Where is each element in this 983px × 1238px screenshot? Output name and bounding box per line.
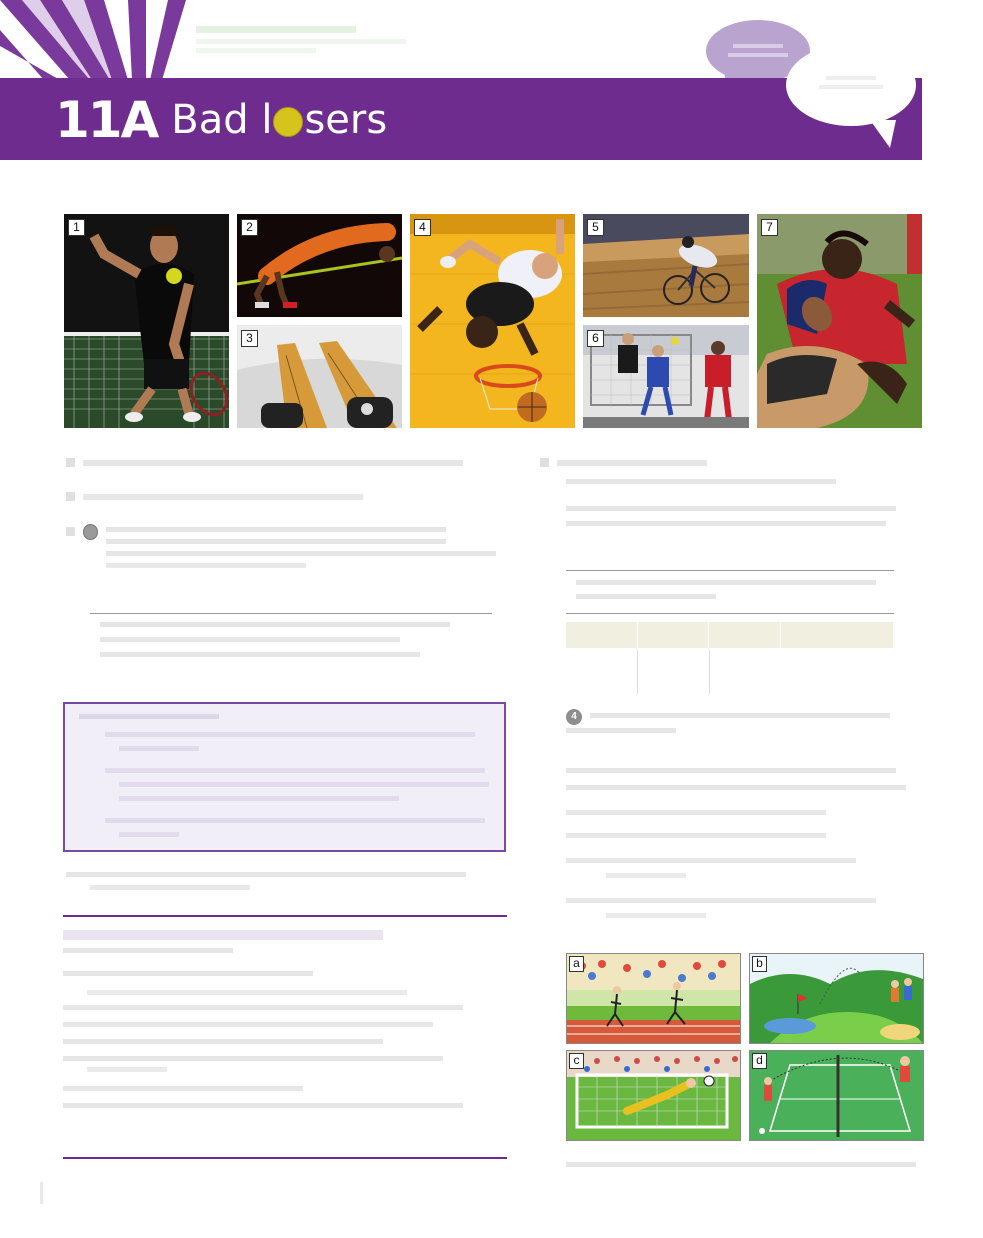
rugby-illustration <box>757 214 922 428</box>
exercise-5-text <box>66 872 496 890</box>
audio-track-icon[interactable]: 4 <box>566 709 582 725</box>
illustration-running: a <box>566 953 741 1044</box>
title-part2: sers <box>304 97 388 143</box>
photo-tennis: 1 <box>64 214 229 428</box>
unit-title: 11A Bad l sers <box>55 90 387 150</box>
illustration-tennis: d <box>749 1050 924 1141</box>
exercise-right-5 <box>566 768 906 918</box>
photo-label: 4 <box>414 219 431 236</box>
golf-illustration <box>750 954 923 1043</box>
exercise-1-text <box>66 458 486 467</box>
speech-bubble-white <box>786 44 916 148</box>
photo-rugby: 7 <box>757 214 922 428</box>
page-title: Bad l sers <box>171 97 387 143</box>
grammar-box <box>63 702 506 852</box>
illustration-label: a <box>569 956 584 972</box>
unit-number: 11A <box>55 91 159 149</box>
photo-label: 1 <box>68 219 85 236</box>
high-jump-illustration <box>237 214 402 317</box>
word-list <box>100 622 490 657</box>
illustration-label: d <box>752 1053 767 1069</box>
table-col-1 <box>566 622 638 648</box>
table-col-3 <box>709 622 781 648</box>
handball-illustration <box>583 325 749 428</box>
tennis-ball-icon <box>273 107 304 137</box>
table-vline-1 <box>637 650 638 694</box>
vocabulary-list <box>63 930 507 1108</box>
illustration-football: c <box>566 1050 741 1141</box>
audio-icon[interactable] <box>82 524 98 540</box>
tennis-illustration <box>64 214 229 428</box>
photo-label: 2 <box>241 219 258 236</box>
exercise-right-4 <box>566 713 900 733</box>
photo-cycling: 5 <box>583 214 749 317</box>
photo-high-jump: 2 <box>237 214 402 317</box>
illustration-golf: b <box>749 953 924 1044</box>
illustration-label: c <box>569 1053 584 1069</box>
table-intro <box>576 580 886 599</box>
divider <box>90 613 492 614</box>
table-vline-2 <box>709 650 710 694</box>
exercise-3-text <box>66 524 496 568</box>
exercise-right-1 <box>540 458 900 526</box>
table-col-2 <box>638 622 710 648</box>
photo-label: 5 <box>587 219 604 236</box>
table-rule <box>566 613 894 614</box>
table-col-4 <box>781 622 894 648</box>
basketball-illustration <box>410 214 575 428</box>
photo-label: 3 <box>241 330 258 347</box>
title-part1: Bad l <box>171 97 273 143</box>
photo-handball: 6 <box>583 325 749 428</box>
table-top-rule <box>566 570 894 571</box>
header-faint-note <box>196 26 416 53</box>
photo-label: 6 <box>587 330 604 347</box>
exercise-right-footer <box>566 1162 916 1167</box>
running-illustration <box>567 954 740 1043</box>
section-divider-bottom <box>63 1157 507 1159</box>
exercise-2-text <box>66 492 386 501</box>
football-illustration <box>567 1051 740 1140</box>
photo-basketball: 4 <box>410 214 575 428</box>
section-divider-top <box>63 915 507 917</box>
photo-label: 7 <box>761 219 778 236</box>
skiing-illustration <box>237 325 402 428</box>
illustration-label: b <box>752 956 767 972</box>
tennis-court-illustration <box>750 1051 923 1140</box>
page-number-marker <box>40 1182 59 1204</box>
photo-skiing: 3 <box>237 325 402 428</box>
cycling-illustration <box>583 214 749 317</box>
table-header <box>566 622 894 648</box>
